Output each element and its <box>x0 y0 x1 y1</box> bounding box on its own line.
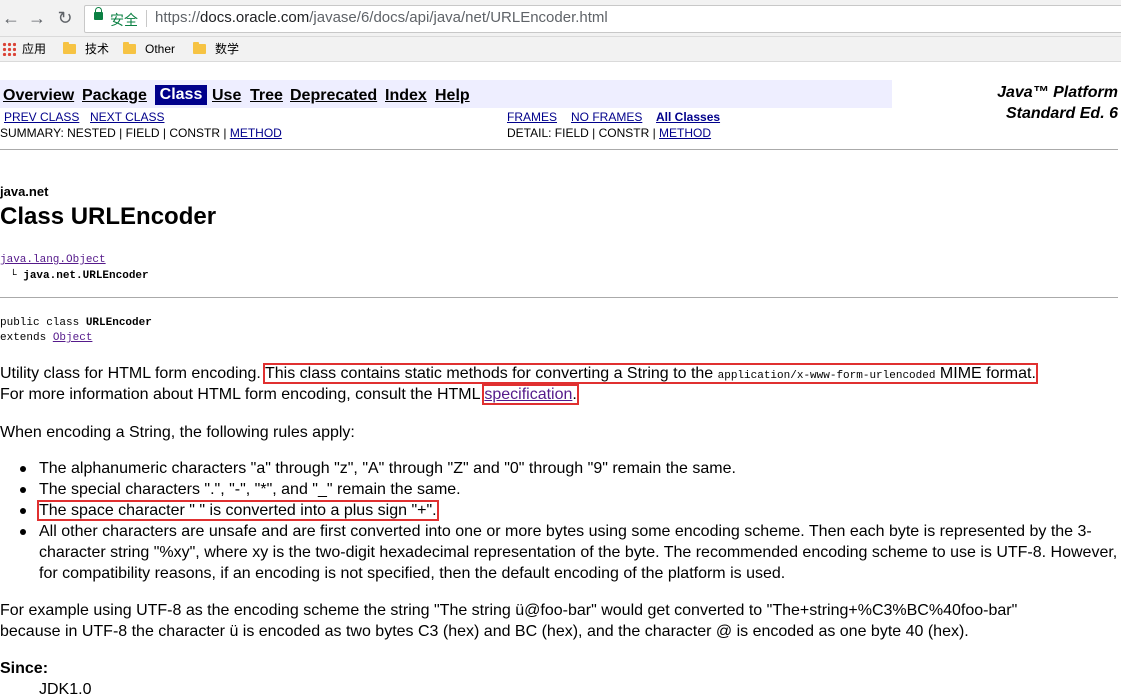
highlight-text-a: This class contains static methods for c… <box>264 365 718 382</box>
description-line2: For more information about HTML form enc… <box>0 384 579 405</box>
platform-line1: Java™ Platform <box>997 84 1118 101</box>
address-separator <box>146 10 147 27</box>
all-classes-link[interactable]: All Classes <box>656 110 720 124</box>
url-host: docs.oracle.com <box>200 9 310 26</box>
example-line1: For example using UTF-8 as the encoding … <box>0 602 1018 619</box>
address-bar[interactable]: 安全 https://docs.oracle.com/javase/6/docs… <box>84 5 1121 33</box>
detail-text: DETAIL: FIELD | CONSTR | <box>507 126 660 140</box>
rule-special-chars: The special characters ".", "-", "*", an… <box>39 481 461 498</box>
divider-top <box>0 149 1118 150</box>
encoding-rules-list: The alphanumeric characters "a" through … <box>0 458 1121 584</box>
specification-period: . <box>572 386 577 403</box>
bookmark-label: 应用 <box>22 42 47 56</box>
prev-class-link[interactable]: PREV CLASS <box>4 110 79 124</box>
rule-space-highlighted: The space character " " is converted int… <box>37 500 439 521</box>
back-icon[interactable]: ← <box>0 7 22 29</box>
decl-modifiers: public class <box>0 317 86 329</box>
nav-tree[interactable]: Tree <box>250 87 283 105</box>
forward-icon[interactable]: → <box>26 7 48 29</box>
since-label: Since: <box>0 660 49 677</box>
platform-label: Java™ Platform Standard Ed. 6 <box>997 82 1118 124</box>
url-text[interactable]: https://docs.oracle.com/javase/6/docs/ap… <box>155 9 608 26</box>
summary-method-link[interactable]: METHOD <box>230 126 282 140</box>
decl-class-name: URLEncoder <box>85 317 152 329</box>
lock-icon <box>94 7 103 20</box>
class-declaration-line2: extends Object <box>0 332 92 344</box>
secure-label: 安全 <box>110 12 138 28</box>
mime-type-code: application/x-www-form-urlencoded <box>717 370 936 382</box>
divider-mid <box>0 297 1118 298</box>
folder-icon <box>123 42 136 54</box>
since-value: JDK1.0 <box>39 681 92 698</box>
detail-method-link[interactable]: METHOD <box>659 126 711 140</box>
platform-line2: Standard Ed. 6 <box>1005 105 1118 122</box>
bookmark-label: 技术 <box>85 42 110 56</box>
rules-intro: When encoding a String, the following ru… <box>0 424 355 441</box>
list-item: The alphanumeric characters "a" through … <box>20 458 1121 479</box>
object-link[interactable]: Object <box>53 332 93 344</box>
parent-class-link[interactable]: java.lang.Object <box>0 254 106 266</box>
inheritance-current: └ java.net.URLEncoder <box>10 270 149 282</box>
nav-class-selected: Class <box>155 85 207 105</box>
javadoc-navbar: Overview Package Class Use Tree Deprecat… <box>0 80 892 108</box>
reload-icon[interactable]: ↻ <box>54 7 76 29</box>
nav-deprecated[interactable]: Deprecated <box>290 87 377 105</box>
no-frames-link[interactable]: NO FRAMES <box>571 110 642 124</box>
nav-package[interactable]: Package <box>82 87 147 105</box>
tree-connector: └ <box>10 270 17 282</box>
nav-index[interactable]: Index <box>385 87 427 105</box>
nav-use[interactable]: Use <box>212 87 241 105</box>
detail-row: DETAIL: FIELD | CONSTR | METHOD <box>507 126 711 140</box>
summary-text: SUMMARY: NESTED | FIELD | CONSTR | <box>0 126 230 140</box>
decl-extends: extends <box>0 332 53 344</box>
current-class: java.net.URLEncoder <box>23 270 149 282</box>
package-name: java.net <box>0 184 49 199</box>
frames-link[interactable]: FRAMES <box>507 110 557 124</box>
summary-row: SUMMARY: NESTED | FIELD | CONSTR | METHO… <box>0 126 282 140</box>
folder-icon <box>63 42 76 54</box>
browser-toolbar: ← → ↻ 安全 https://docs.oracle.com/javase/… <box>0 0 1121 37</box>
bookmarks-bar: 应用 技术 Other 数学 <box>0 37 1121 62</box>
highlight-text-b: MIME format. <box>935 365 1036 382</box>
bookmark-folder-math[interactable]: 数学 <box>193 40 239 58</box>
url-path: /javase/6/docs/api/java/net/URLEncoder.h… <box>309 9 608 26</box>
bookmark-label: 数学 <box>215 42 240 56</box>
specification-link[interactable]: specification <box>484 386 572 403</box>
page-title: Class URLEncoder <box>0 203 217 230</box>
class-declaration-line1: public class URLEncoder <box>0 317 152 329</box>
bookmark-label: Other <box>145 42 176 56</box>
apps-icon <box>2 42 16 56</box>
list-item: The space character " " is converted int… <box>20 500 1121 521</box>
description-intro: Utility class for HTML form encoding. <box>0 365 261 382</box>
url-scheme: https:// <box>155 9 201 26</box>
nav-help[interactable]: Help <box>435 87 470 105</box>
bookmark-folder-tech[interactable]: 技术 <box>63 40 109 58</box>
list-item: The special characters ".", "-", "*", an… <box>20 479 1121 500</box>
bookmark-folder-other[interactable]: Other <box>123 40 175 58</box>
highlight-box-1: This class contains static methods for c… <box>262 363 1038 384</box>
rule-unsafe-chars: All other characters are unsafe and are … <box>39 523 1118 582</box>
list-item: All other characters are unsafe and are … <box>20 521 1121 584</box>
bookmark-apps[interactable]: 应用 <box>2 40 46 58</box>
next-class-link[interactable]: NEXT CLASS <box>90 110 164 124</box>
folder-icon <box>193 42 206 54</box>
example-line2: because in UTF-8 the character ü is enco… <box>0 623 969 640</box>
description-more-info: For more information about HTML form enc… <box>0 386 485 403</box>
rule-alphanumeric: The alphanumeric characters "a" through … <box>39 460 736 477</box>
nav-overview[interactable]: Overview <box>3 87 74 105</box>
